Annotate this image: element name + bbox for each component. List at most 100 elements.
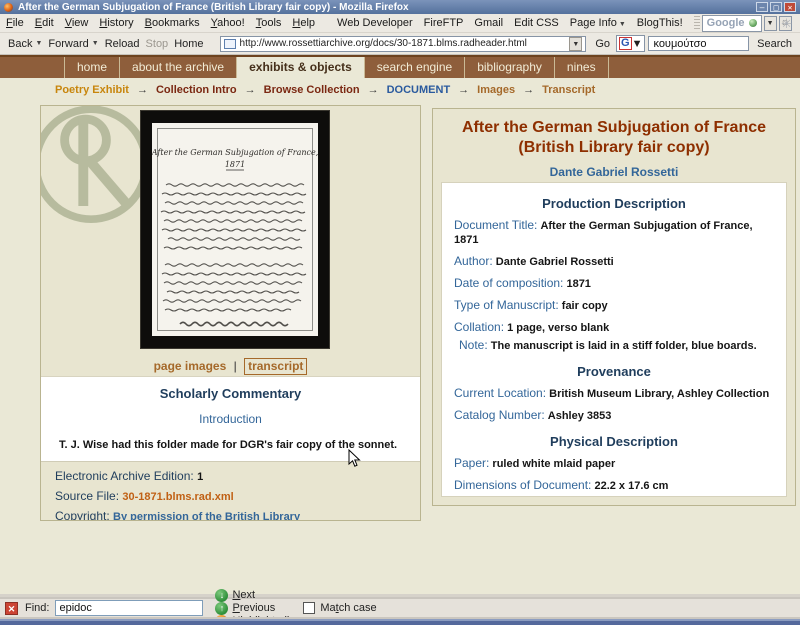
description-row-date-of-composition: Date of composition: 1871 [454,276,774,291]
document-title: After the German Subjugation of France (… [439,118,789,158]
menu-bookmarks[interactable]: Bookmarks [145,17,200,29]
url-history-dropdown-icon[interactable]: ▼ [569,37,582,51]
description-row-type-of-manuscript: Type of Manuscript: fair copy [454,298,774,313]
browser-window: After the German Subjugation of France (… [0,0,800,625]
search-button[interactable]: Search [757,38,792,50]
chevron-down-icon[interactable]: ▼ [35,40,42,47]
breadcrumb-images[interactable]: Images [477,84,515,96]
menu-history[interactable]: History [99,17,133,29]
manuscript-handwriting: After the German Subjugation of France, … [152,123,318,336]
tab-nines[interactable]: nines [554,57,609,78]
menu-gmail[interactable]: Gmail [474,17,503,29]
firefox-icon [4,3,13,12]
meta-label: Source File: [55,489,119,503]
meta-row-copyright: Copyright: By permission of the British … [55,509,420,521]
tab-about-the-archive[interactable]: about the archive [119,57,236,78]
find-close-icon[interactable]: ✕ [5,602,18,615]
menu-help[interactable]: Help [292,17,315,29]
url-text[interactable]: http://www.rossettiarchive.org/docs/30-1… [240,38,570,49]
menu-tools[interactable]: Tools [256,17,282,29]
search-engine-selector[interactable]: G ▼ [616,35,645,52]
field-label: Current Location: [454,386,546,400]
meta-value[interactable]: By permission of the British Library [113,511,300,521]
breadcrumb-collection-intro[interactable]: Collection Intro [156,84,237,96]
close-icon[interactable]: ✕ [784,2,796,12]
page-images-link[interactable]: page images [154,359,227,373]
menu-bar: File Edit View History Bookmarks Yahoo! Tools H… [0,14,800,33]
menu-web-developer[interactable]: Web Developer [337,17,413,29]
chevron-down-icon[interactable]: ▼ [632,38,643,50]
rossetti-archive-logo [40,105,157,228]
field-label: Paper: [454,456,489,470]
field-label: Note: [459,338,488,352]
go-button[interactable]: Go [595,38,610,50]
commentary-subheading[interactable]: Introduction [41,412,420,426]
document-author: Dante Gabriel Rossetti [433,165,795,179]
breadcrumb-arrow-icon: → [523,84,534,96]
menu-file[interactable]: File [6,17,24,29]
menu-view[interactable]: View [65,17,89,29]
menu-page-info[interactable]: Page Info▼ [570,17,626,29]
find-button-label: Next [232,589,255,601]
back-button[interactable]: Back▼ [8,38,42,50]
breadcrumb: Poetry Exhibit→Collection Intro→Browse C… [55,84,595,96]
description-row-author: Author: Dante Gabriel Rossetti [454,254,774,269]
meta-value[interactable]: 30-1871.blms.rad.xml [122,491,233,503]
field-label: Author: [454,254,493,268]
url-bar[interactable]: http://www.rossettiarchive.org/docs/30-1… [220,36,587,52]
find-next-button[interactable]: ↓ Next [215,589,289,602]
reload-button[interactable]: Reload [105,38,140,50]
manuscript-page-image[interactable]: After the German Subjugation of France, … [141,111,329,348]
find-input[interactable] [55,600,203,616]
menu-fireftp[interactable]: FireFTP [424,17,464,29]
match-case-checkbox[interactable] [303,602,315,614]
edition-metadata-section: Electronic Archive Edition: 1 Source File… [41,461,420,520]
google-toolbar-widget: Google ▼ □ [694,15,792,32]
tab-search-engine[interactable]: search engine [364,57,464,78]
menu-yahoo[interactable]: Yahoo! [211,17,245,29]
svg-text:After the German Subjugation o: After the German Subjugation of France, [152,148,318,157]
description-row-collation: Collation: 1 page, verso blank [454,320,774,335]
find-previous-button[interactable]: ↑Previous [215,602,289,615]
chevron-down-icon[interactable]: ▼ [92,40,99,47]
commentary-heading: Scholarly Commentary [41,386,420,401]
svg-text:1871: 1871 [225,160,245,169]
minimize-icon[interactable]: – [756,2,768,12]
field-value: 1871 [566,278,590,290]
breadcrumb-poetry-exhibit[interactable]: Poetry Exhibit [55,84,129,96]
google-dropdown-icon[interactable]: ▼ [764,16,777,31]
toolbar-grip-icon[interactable] [694,16,700,30]
description-row-paper: Paper: ruled white mlaid paper [454,456,774,471]
arrow-down-icon: ↓ [215,589,228,602]
maximize-icon[interactable]: □ [770,2,782,12]
section-heading-physical-description: Physical Description [454,434,774,449]
mouse-cursor-icon [348,449,361,468]
tab-exhibits-objects[interactable]: exhibits & objects [236,57,364,78]
chevron-down-icon: ▼ [619,21,626,28]
section-heading-production-description: Production Description [454,196,774,211]
forward-button[interactable]: Forward▼ [48,38,98,50]
commentary-text: T. J. Wise had this folder made for DGR'… [41,439,420,451]
breadcrumb-transcript[interactable]: Transcript [542,84,595,96]
standard-menus: File Edit View History Bookmarks Yahoo! Tools H… [6,17,326,29]
extension-menus: Web Developer FireFTP Gmail Edit CSS Page In… [337,17,694,29]
description-row-dimensions-of-document: Dimensions of Document: 22.2 x 17.6 cm [454,478,774,493]
meta-value: 1 [197,471,203,483]
menu-edit-css[interactable]: Edit CSS [514,17,559,29]
tab-bibliography[interactable]: bibliography [464,57,554,78]
arrow-up-icon: ↑ [215,602,228,615]
google-search-box[interactable]: Google [702,15,762,32]
breadcrumb-document[interactable]: DOCUMENT [387,84,451,96]
tab-home[interactable]: home [64,57,119,78]
field-label: Catalog Number: [454,408,545,422]
search-input[interactable]: κουμούτσο [648,36,749,51]
breadcrumb-browse-collection[interactable]: Browse Collection [264,84,360,96]
transcript-link[interactable]: transcript [244,358,307,375]
field-value: British Museum Library, Ashley Collectio… [549,388,769,400]
navigation-toolbar: Back▼ Forward▼ Reload Stop Home http://w… [0,33,800,55]
meta-label: Electronic Archive Edition: [55,469,194,483]
match-case-label[interactable]: Match case [320,602,376,614]
menu-blogthis[interactable]: BlogThis! [637,17,683,29]
menu-edit[interactable]: Edit [35,17,54,29]
home-button[interactable]: Home [174,38,203,50]
